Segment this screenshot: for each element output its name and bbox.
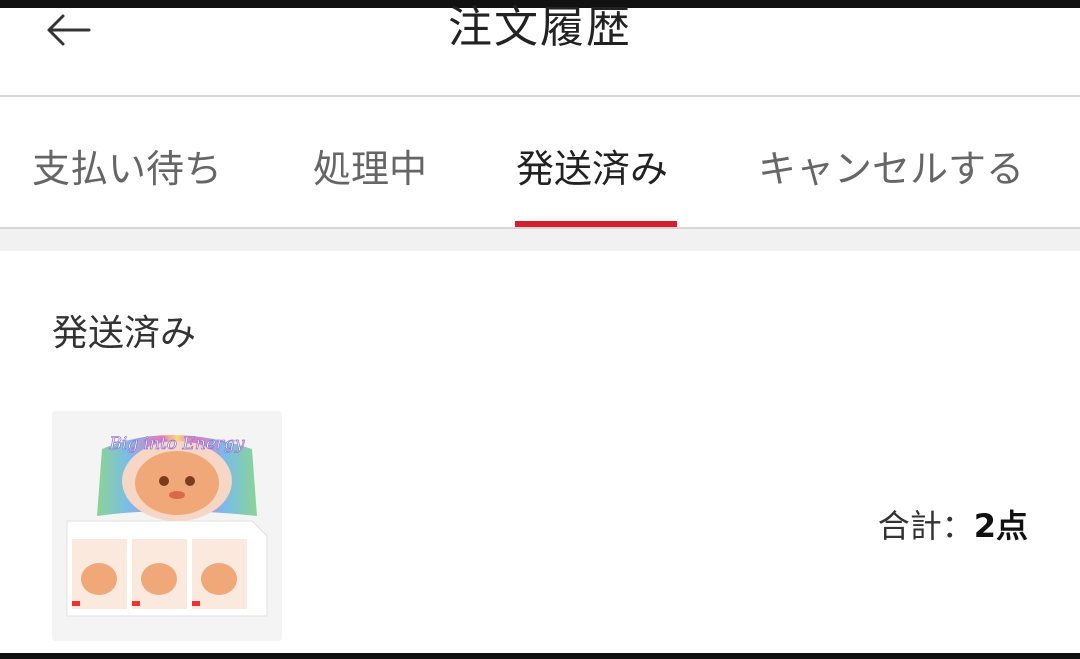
app-header: 注文履歴 <box>0 2 1080 96</box>
tab-awaiting-payment[interactable]: 支払い待ち <box>32 145 222 193</box>
product-image[interactable]: Big into Energy <box>52 411 282 641</box>
order-status-tabs: 支払い待ち 処理中 発送済み キャンセルする <box>0 97 1080 227</box>
tab-processing[interactable]: 処理中 <box>313 145 427 193</box>
total-count: 2点 <box>973 507 1028 545</box>
page-title: 注文履歴 <box>448 2 632 53</box>
tab-shipped[interactable]: 発送済み <box>516 145 668 193</box>
svg-text:Big into Energy: Big into Energy <box>108 434 244 454</box>
bottom-edge <box>0 653 1080 659</box>
total-label: 合計： <box>877 507 974 545</box>
section-gap <box>0 229 1080 251</box>
product-box-illustration: Big into Energy <box>52 411 282 641</box>
order-card[interactable]: 発送済み Big into Energy 合計：2点 <box>0 251 1080 653</box>
tab-cancel[interactable]: キャンセルする <box>758 145 1024 193</box>
order-status-label: 発送済み <box>52 313 197 354</box>
order-history-screen: 注文履歴 支払い待ち 処理中 発送済み キャンセルする 発送済み Big int… <box>0 0 1080 659</box>
order-total: 合計：2点 <box>878 506 1028 546</box>
